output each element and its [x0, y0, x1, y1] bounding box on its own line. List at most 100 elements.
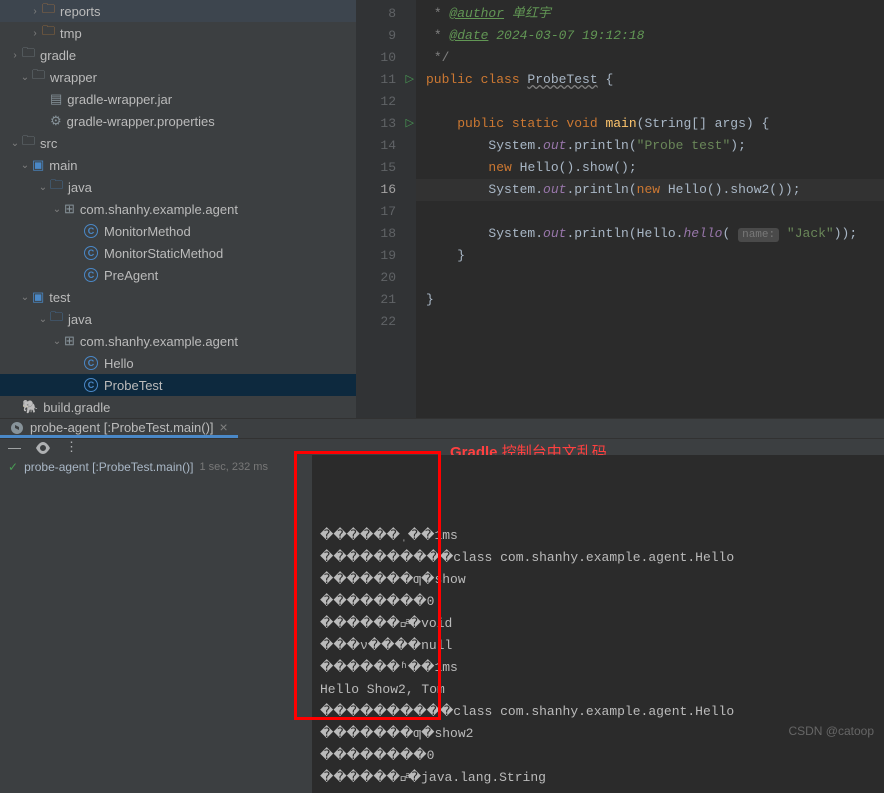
gradle-icon: 🐘	[22, 399, 38, 415]
package-icon: ⊞	[64, 333, 75, 349]
tree-label: reports	[60, 4, 100, 19]
tree-row[interactable]: ⌄▣ main	[0, 154, 356, 176]
run-icon[interactable]: ▷	[406, 69, 414, 91]
tree-row[interactable]: ⌄🗀java	[0, 308, 356, 330]
tree-row[interactable]: 🐘build.gradle	[0, 396, 356, 418]
line-number[interactable]: 21	[356, 289, 416, 311]
tree-row[interactable]: ›🗀gradle	[0, 44, 356, 66]
tree-row[interactable]: ▤gradle-wrapper.jar	[0, 88, 356, 110]
tree-row[interactable]: ⌄⊞ com.shanhy.example.agent	[0, 198, 356, 220]
code-line[interactable]: public static void main(String[] args) {	[416, 113, 884, 135]
folder-icon: 🗀	[22, 44, 35, 66]
chevron-icon[interactable]: ⌄	[8, 138, 22, 149]
tree-row[interactable]: ⚙ gradle-wrapper.properties	[0, 110, 356, 132]
check-icon: ✓	[8, 460, 18, 474]
chevron-icon[interactable]: ⌄	[18, 160, 32, 171]
line-number[interactable]: 14	[356, 135, 416, 157]
console-line: ���ν����null	[320, 635, 876, 657]
project-tree[interactable]: ›🗀reports›🗀tmp›🗀gradle⌄🗀wrapper▤gradle-w…	[0, 0, 356, 418]
line-number[interactable]: 12	[356, 91, 416, 113]
tree-row[interactable]: CHello	[0, 352, 356, 374]
tree-label: main	[49, 158, 77, 173]
tab-label: probe-agent [:ProbeTest.main()]	[30, 420, 214, 435]
gear-icon: ⚙	[50, 113, 62, 129]
code-line[interactable]: new Hello().show();	[416, 157, 884, 179]
tree-row[interactable]: CMonitorMethod	[0, 220, 356, 242]
package-icon: ⊞	[64, 201, 75, 217]
code-line[interactable]: */	[416, 47, 884, 69]
line-number[interactable]: 11▷	[356, 69, 416, 91]
console-panel: ✓ probe-agent [:ProbeTest.main()] 1 sec,…	[0, 455, 884, 793]
code-line[interactable]	[416, 201, 884, 223]
minus-icon[interactable]: —	[8, 440, 21, 455]
tree-label: src	[40, 136, 57, 151]
code-line[interactable]: public class ProbeTest {	[416, 69, 884, 91]
line-number[interactable]: 18	[356, 223, 416, 245]
chevron-icon[interactable]: ⌄	[50, 204, 64, 215]
task-row[interactable]: ✓ probe-agent [:ProbeTest.main()] 1 sec,…	[8, 460, 304, 474]
tree-row[interactable]: ⌄🗀wrapper	[0, 66, 356, 88]
console-line: ��������0	[320, 745, 876, 767]
tree-row[interactable]: C MonitorStaticMethod	[0, 242, 356, 264]
run-icon[interactable]: ▷	[406, 113, 414, 135]
tree-label: PreAgent	[104, 268, 158, 283]
chevron-icon[interactable]: ⌄	[18, 292, 32, 303]
eye-icon[interactable]	[35, 440, 51, 455]
console-toolbar: — ⋮	[0, 438, 884, 455]
console-line: ������ˌ��1ms	[320, 525, 876, 547]
tree-row[interactable]: CPreAgent	[0, 264, 356, 286]
line-number[interactable]: 8	[356, 3, 416, 25]
tree-label: MonitorStaticMethod	[104, 246, 223, 261]
code-line[interactable]: }	[416, 245, 884, 267]
chevron-icon[interactable]: ⌄	[36, 314, 50, 325]
tree-label: com.shanhy.example.agent	[80, 334, 238, 349]
tree-row[interactable]: ⌄🗀java	[0, 176, 356, 198]
line-number[interactable]: 13▷	[356, 113, 416, 135]
line-number[interactable]: 19	[356, 245, 416, 267]
line-number[interactable]: 17	[356, 201, 416, 223]
code-line[interactable]: System.out.println(Hello.hello( name: "J…	[416, 223, 884, 245]
code-line[interactable]: * @date 2024-03-07 19:12:18	[416, 25, 884, 47]
chevron-icon[interactable]: ⌄	[18, 72, 32, 83]
console-output[interactable]: ������ˌ��1ms����������class com.shanhy.e…	[312, 455, 884, 793]
chevron-icon[interactable]: ›	[28, 6, 42, 17]
chevron-icon[interactable]: ⌄	[50, 336, 64, 347]
tree-label: com.shanhy.example.agent	[80, 202, 238, 217]
run-tab-bar: probe-agent [:ProbeTest.main()] ×	[0, 418, 884, 438]
code-line[interactable]	[416, 267, 884, 289]
code-editor[interactable]: 891011▷1213▷141516171819202122 * @author…	[356, 0, 884, 418]
task-duration: 1 sec, 232 ms	[199, 461, 267, 473]
chevron-icon[interactable]: ⌄	[36, 182, 50, 193]
tree-label: gradle-wrapper.properties	[67, 114, 215, 129]
line-number[interactable]: 15	[356, 157, 416, 179]
tree-row[interactable]: CProbeTest	[0, 374, 356, 396]
code-line[interactable]	[416, 311, 884, 333]
class-icon: C	[84, 246, 98, 260]
class-icon: C	[84, 356, 98, 370]
code-line[interactable]: }	[416, 289, 884, 311]
tree-row[interactable]: ›🗀reports	[0, 0, 356, 22]
chevron-icon[interactable]: ›	[28, 28, 42, 39]
tree-row[interactable]: ⌄🗀src	[0, 132, 356, 154]
run-tab[interactable]: probe-agent [:ProbeTest.main()] ×	[0, 419, 238, 438]
tree-row[interactable]: ⌄⊞ com.shanhy.example.agent	[0, 330, 356, 352]
chevron-icon[interactable]: ›	[8, 50, 22, 61]
line-number[interactable]: 10	[356, 47, 416, 69]
code-line[interactable]: System.out.println(new Hello().show2());	[416, 179, 884, 201]
code-line[interactable]: * @author 单红宇	[416, 3, 884, 25]
line-number[interactable]: 16	[356, 179, 416, 201]
tree-label: tmp	[60, 26, 82, 41]
tree-row[interactable]: ⌄▣test	[0, 286, 356, 308]
module-icon: ▣	[32, 157, 44, 173]
tree-row[interactable]: ›🗀tmp	[0, 22, 356, 44]
close-icon[interactable]: ×	[220, 419, 228, 435]
line-number[interactable]: 20	[356, 267, 416, 289]
line-number[interactable]: 22	[356, 311, 416, 333]
module-icon: ▣	[32, 289, 44, 305]
code-line[interactable]: System.out.println("Probe test");	[416, 135, 884, 157]
code-line[interactable]	[416, 91, 884, 113]
more-icon[interactable]: ⋮	[65, 439, 78, 455]
line-number[interactable]: 9	[356, 25, 416, 47]
task-tree[interactable]: ✓ probe-agent [:ProbeTest.main()] 1 sec,…	[0, 455, 312, 793]
console-line: ����������class com.shanhy.example.agent…	[320, 547, 876, 569]
